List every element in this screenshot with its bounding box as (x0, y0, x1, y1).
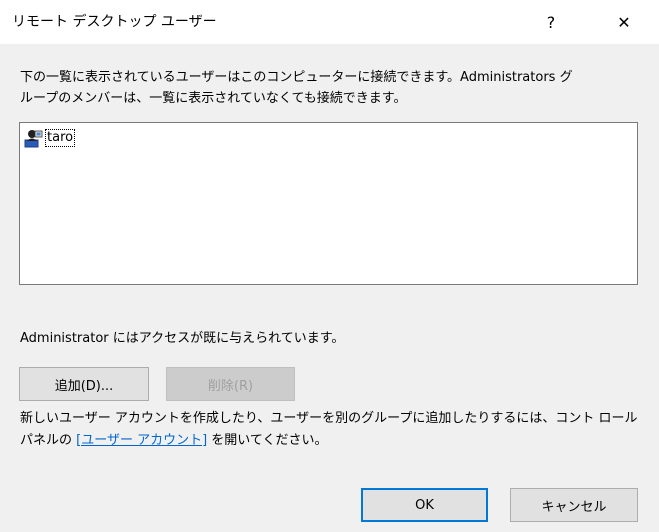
close-icon: ✕ (617, 12, 631, 32)
info-text-after: を開いてください。 (207, 433, 328, 448)
description-text: 下の一覧に表示されているユーザーはこのコンピューターに接続できます。Admini… (20, 70, 573, 106)
info-text: 新しいユーザー アカウントを作成したり、ユーザーを別のグループに追加したりするに… (20, 408, 650, 452)
cancel-button[interactable]: キャンセル (510, 488, 638, 522)
list-item-label: taro (44, 129, 76, 147)
user-accounts-link[interactable]: [ユーザー アカウント] (76, 433, 207, 448)
title-bar: リモート デスクトップ ユーザー ? ✕ (0, 0, 659, 44)
help-button[interactable]: ? (528, 0, 574, 44)
user-listbox[interactable]: taro (19, 122, 638, 285)
list-item[interactable]: taro (24, 128, 76, 148)
add-button[interactable]: 追加(D)... (19, 367, 149, 401)
help-icon: ? (546, 12, 556, 32)
ok-button[interactable]: OK (361, 488, 488, 522)
user-icon (24, 130, 43, 148)
access-status-text: Administrator にはアクセスが既に与えられています。 (20, 331, 345, 346)
remote-desktop-users-dialog: リモート デスクトップ ユーザー ? ✕ 下の一覧に表示されているユーザーはこの… (0, 0, 659, 532)
window-title: リモート デスクトップ ユーザー (12, 14, 217, 30)
remove-button[interactable]: 削除(R) (166, 367, 295, 401)
dialog-content: 下の一覧に表示されているユーザーはこのコンピューターに接続できます。Admini… (0, 44, 659, 532)
close-button[interactable]: ✕ (601, 0, 647, 44)
